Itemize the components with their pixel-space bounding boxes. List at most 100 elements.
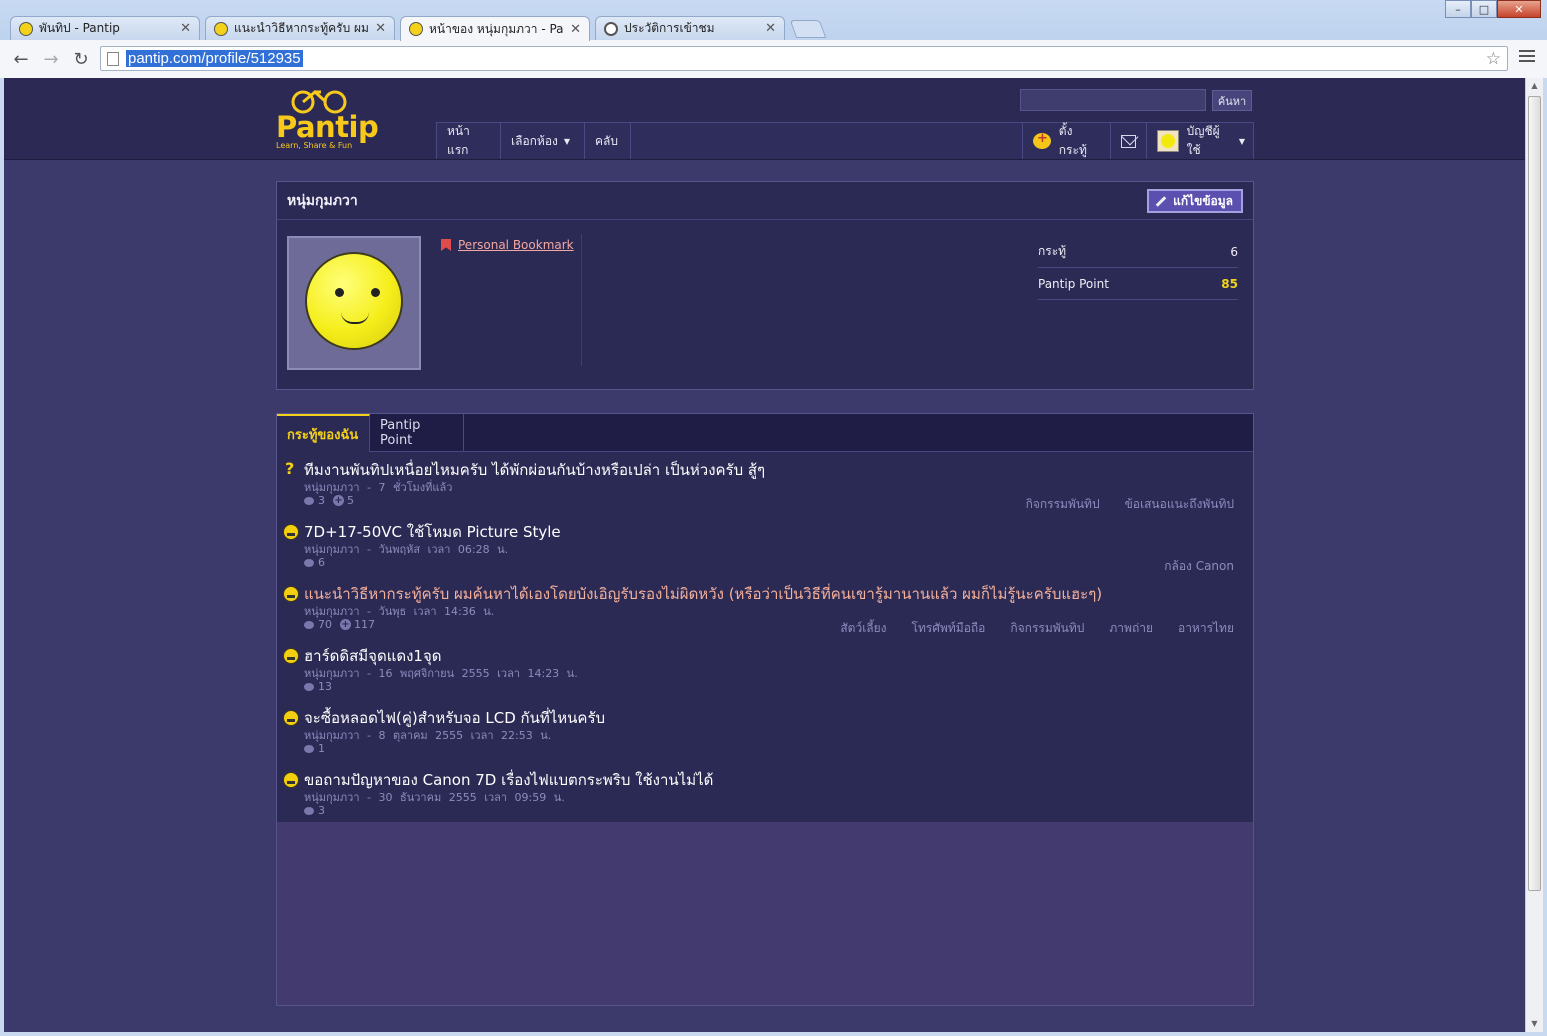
topic-tag[interactable]: ภาพถ่าย [1109, 619, 1153, 638]
caret-down-icon: ▼ [1238, 136, 1245, 146]
topic-meta: หนุ่มกุมภวา - วันพฤหัส เวลา 06:28 น. [304, 540, 508, 558]
topic-tag[interactable]: อาหารไทย [1178, 619, 1234, 638]
page-viewport: Pantip Learn, Share & Fun ค้นหา หน้าแรก … [4, 78, 1525, 1032]
topic-time: - 16 พฤศจิกายน 2555 เวลา 14:23 น. [367, 667, 578, 680]
topic-row[interactable]: จะซื้อหลอดไฟ(คู่)สำหรับจอ LCD กันที่ไหนค… [277, 700, 1253, 762]
site-header: Pantip Learn, Share & Fun ค้นหา หน้าแรก … [4, 78, 1525, 160]
close-icon[interactable]: ✕ [375, 21, 386, 36]
browser-menu-icon[interactable] [1519, 50, 1535, 66]
browser-tab-3[interactable]: หน้าของ หนุ่มกุมภวา - Pantip ✕ [400, 16, 590, 41]
topic-row[interactable]: ? ทีมงานพันทิปเหนื่อยไหมครับ ได้พักผ่อนกั… [277, 452, 1253, 514]
comment-icon [304, 620, 314, 629]
pencil-icon [1155, 195, 1167, 207]
stat-topics: กระทู้ 6 [1038, 236, 1238, 268]
nav-messages[interactable] [1110, 123, 1146, 159]
close-icon[interactable]: ✕ [570, 22, 581, 37]
topic-tag[interactable]: กล้อง Canon [1164, 557, 1234, 576]
back-arrow-icon[interactable]: ← [10, 48, 32, 70]
edit-profile-label: แก้ไขข้อมูล [1173, 193, 1233, 208]
topic-author[interactable]: หนุ่มกุมภวา [304, 791, 360, 804]
scroll-down-icon[interactable]: ▼ [1526, 1016, 1543, 1032]
search-button[interactable]: ค้นหา [1212, 90, 1252, 111]
bookmark-star-icon[interactable]: ☆ [1486, 49, 1501, 69]
topic-meta: หนุ่มกุมภวา - 16 พฤศจิกายน 2555 เวลา 14:… [304, 664, 578, 682]
scrollbar-thumb[interactable] [1528, 96, 1541, 891]
nav-new-topic[interactable]: ตั้งกระทู้ [1022, 123, 1110, 159]
forward-arrow-icon[interactable]: → [40, 48, 62, 70]
topic-counts: 13 [304, 680, 332, 693]
topic-counts: 6 [304, 556, 325, 569]
maximize-button[interactable]: □ [1471, 0, 1497, 18]
comment-icon [304, 496, 314, 505]
pantip-logo[interactable]: Pantip Learn, Share & Fun [276, 88, 386, 154]
page-scrollbar[interactable]: ▲ ▼ [1525, 78, 1543, 1032]
comment-count: 3 [318, 494, 325, 507]
nav-new-topic-label: ตั้งกระทู้ [1058, 124, 1087, 157]
topic-tag[interactable]: โทรศัพท์มือถือ [912, 619, 986, 638]
topic-author[interactable]: หนุ่มกุมภวา [304, 729, 360, 742]
personal-bookmark[interactable]: Personal Bookmark [441, 238, 574, 252]
close-icon[interactable]: ✕ [180, 21, 191, 36]
topic-author[interactable]: หนุ่มกุมภวา [304, 481, 360, 494]
topic-counts: 3 +5 [304, 494, 354, 507]
pantip-favicon-icon [214, 21, 228, 36]
nav-home[interactable]: หน้าแรก [437, 123, 501, 159]
profile-name: หนุ่มกุมภวา [287, 192, 358, 209]
emoticon-icon [283, 524, 299, 540]
stat-label: Pantip Point [1038, 276, 1109, 291]
search-input[interactable] [1020, 89, 1206, 111]
topics-tabs: กระทู้ของฉัน Pantip Point [277, 414, 1253, 452]
url-text[interactable]: pantip.com/profile/512935 [126, 50, 303, 67]
nav-choose-room[interactable]: เลือกห้อง ▼ [501, 123, 585, 159]
address-bar[interactable]: pantip.com/profile/512935 ☆ [100, 46, 1508, 71]
new-tab-button[interactable] [789, 20, 827, 38]
topic-counts: 1 [304, 742, 325, 755]
tab-label: Pantip Point [380, 418, 421, 448]
topic-author[interactable]: หนุ่มกุมภวา [304, 667, 360, 680]
topic-tags: สัตว์เลี้ยง โทรศัพท์มือถือ กิจกรรมพันทิป ภา… [815, 619, 1234, 638]
topic-row[interactable]: 7D+17-50VC ใช้โหมด Picture Style หนุ่มกุม… [277, 514, 1253, 576]
nav-home-label: หน้าแรก [447, 124, 470, 157]
smiley-avatar-icon [305, 252, 403, 350]
close-icon[interactable]: ✕ [765, 21, 776, 36]
topic-tags: กิจกรรมพันทิป ข้อเสนอแนะถึงพันทิป [1001, 495, 1234, 514]
topic-row[interactable]: ขอถามปัญหาของ Canon 7D เรื่องไฟแบตกระพริ… [277, 762, 1253, 824]
question-icon: ? [285, 459, 295, 478]
topic-tag[interactable]: กิจกรรมพันทิป [1010, 619, 1084, 638]
browser-tab-1[interactable]: พันทิป - Pantip ✕ [10, 16, 200, 40]
topic-time: - 7 ชั่วโมงที่แล้ว [367, 481, 453, 494]
nav-account[interactable]: บัญชีผู้ใช้ ▼ [1146, 123, 1255, 159]
vote-count: 5 [347, 494, 354, 507]
topic-tag[interactable]: ข้อเสนอแนะถึงพันทิป [1125, 495, 1234, 514]
stat-label: กระทู้ [1038, 244, 1067, 258]
personal-bookmark-link[interactable]: Personal Bookmark [458, 238, 574, 252]
tab-pantip-point[interactable]: Pantip Point [370, 414, 464, 452]
nav-choose-room-label: เลือกห้อง [511, 133, 558, 148]
topic-row[interactable]: แนะนำวิธีหากระทู้ครับ ผมค้นหาได้เองโดยบั… [277, 576, 1253, 638]
divider [581, 234, 582, 366]
topic-tags: กล้อง Canon [1139, 557, 1234, 576]
nav-club[interactable]: คลับ [585, 123, 631, 159]
tab-my-topics[interactable]: กระทู้ของฉัน [277, 414, 370, 452]
profile-panel: หนุ่มกุมภวา แก้ไขข้อมูล Personal Bookmar… [276, 181, 1254, 390]
browser-chrome: พันทิป - Pantip ✕ แนะนำวิธีหากระทู้ครับ … [0, 0, 1547, 78]
topic-tag[interactable]: สัตว์เลี้ยง [840, 619, 886, 638]
minimize-button[interactable]: – [1445, 0, 1471, 18]
topic-tag[interactable]: กิจกรรมพันทิป [1026, 495, 1100, 514]
reload-icon[interactable]: ↻ [70, 48, 92, 70]
edit-profile-button[interactable]: แก้ไขข้อมูล [1147, 189, 1243, 213]
topic-author[interactable]: หนุ่มกุมภวา [304, 605, 360, 618]
topic-author[interactable]: หนุ่มกุมภวา [304, 543, 360, 556]
pantip-favicon-icon [409, 22, 423, 36]
stat-pantip-point: Pantip Point 85 [1038, 268, 1238, 300]
comment-icon [304, 744, 314, 753]
emoticon-icon [283, 772, 299, 788]
mail-icon [1121, 134, 1136, 148]
window-close-button[interactable]: ✕ [1497, 0, 1541, 18]
user-avatar-icon [1157, 130, 1179, 152]
nav-club-label: คลับ [595, 133, 618, 148]
browser-tab-2[interactable]: แนะนำวิธีหากระทู้ครับ ผมค้น ✕ [205, 16, 395, 40]
browser-tab-4[interactable]: ประวัติการเข้าชม ✕ [595, 16, 785, 40]
topic-row[interactable]: ฮาร์ดดิสมีจุดแดง1จุด หนุ่มกุมภวา - 16 พฤศ… [277, 638, 1253, 700]
scroll-up-icon[interactable]: ▲ [1526, 78, 1543, 94]
